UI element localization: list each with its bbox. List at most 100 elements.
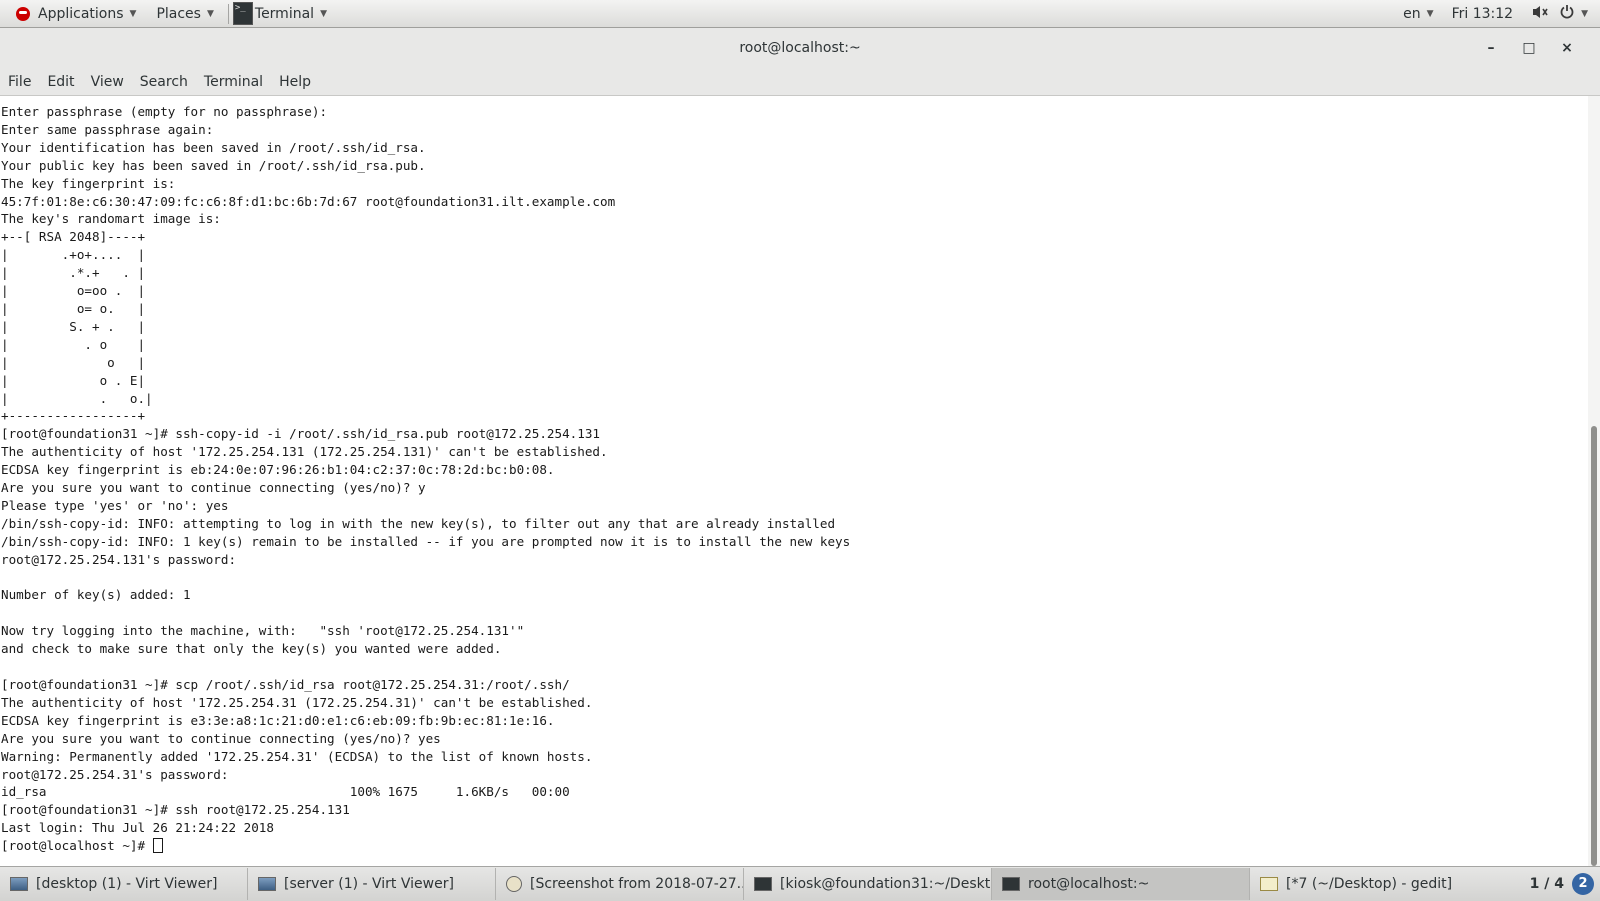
terminal-line: | o=oo . |: [1, 283, 146, 299]
terminal-line: | o . E|: [1, 372, 146, 388]
maximize-button[interactable]: □: [1510, 40, 1548, 56]
terminal-line: 45:7f:01:8e:c6:30:47:09:fc:c6:8f:d1:bc:6…: [1, 193, 616, 209]
terminal-line: and check to make sure that only the key…: [1, 641, 502, 657]
terminal-line: [root@foundation31 ~]# ssh root@172.25.2…: [1, 802, 350, 818]
volume-muted-icon[interactable]: [1531, 4, 1549, 24]
task-server-virt-viewer[interactable]: [server (1) - Virt Viewer]: [248, 868, 496, 900]
menu-help[interactable]: Help: [271, 74, 319, 90]
terminal-line: Are you sure you want to continue connec…: [1, 480, 426, 496]
chevron-down-icon: ▼: [206, 8, 214, 19]
menu-view[interactable]: View: [83, 74, 132, 90]
terminal-line: The key's randomart image is:: [1, 211, 221, 227]
task-gedit[interactable]: [*7 (~/Desktop) - gedit]: [1250, 868, 1488, 900]
terminal-app-menu[interactable]: >_ Terminal ▼: [232, 0, 337, 27]
terminal-line: | .+o+.... |: [1, 247, 146, 263]
notification-badge[interactable]: 2: [1572, 873, 1594, 895]
places-label: Places: [156, 5, 201, 22]
language-selector[interactable]: en ▼: [1403, 6, 1433, 22]
redhat-logo-icon: [16, 6, 30, 21]
terminal-line: Last login: Thu Jul 26 21:24:22 2018: [1, 820, 274, 836]
image-viewer-icon: [506, 876, 522, 892]
chevron-down-icon: ▼: [129, 8, 137, 19]
terminal-line: Enter passphrase (empty for no passphras…: [1, 104, 328, 119]
terminal-line: ECDSA key fingerprint is e3:3e:a8:1c:21:…: [1, 712, 555, 728]
places-menu[interactable]: Places ▼: [146, 0, 223, 27]
terminal-line: Number of key(s) added: 1: [1, 587, 191, 603]
window-controls: – □ ×: [1472, 28, 1586, 68]
scrollbar-thumb[interactable]: [1591, 426, 1597, 866]
terminal-line: | S. + . |: [1, 318, 146, 334]
clock[interactable]: Fri 13:12: [1452, 6, 1513, 22]
panel-status-area: en ▼ Fri 13:12 ▼: [1385, 0, 1600, 27]
terminal-line: The key fingerprint is:: [1, 175, 176, 191]
language-label: en: [1403, 5, 1421, 22]
terminal-app-label: Terminal: [254, 5, 315, 22]
task-kiosk-terminal[interactable]: [kiosk@foundation31:~/Desktop]: [744, 868, 992, 900]
task-label: [desktop (1) - Virt Viewer]: [36, 876, 218, 892]
applications-label: Applications: [38, 5, 124, 22]
menu-terminal[interactable]: Terminal: [196, 74, 271, 90]
workspace-switcher[interactable]: 1 / 4 2: [1522, 868, 1600, 900]
terminal-line: Warning: Permanently added '172.25.254.3…: [1, 748, 593, 764]
terminal-line: | . o.|: [1, 390, 153, 406]
menu-bar: File Edit View Search Terminal Help: [0, 68, 1600, 96]
chevron-down-icon[interactable]: ▼: [1581, 9, 1588, 19]
text-cursor[interactable]: [152, 838, 163, 854]
terminal-line: root@172.25.254.31's password:: [1, 766, 229, 782]
applications-menu[interactable]: Applications ▼: [0, 0, 146, 27]
window-titlebar[interactable]: root@localhost:~ – □ ×: [0, 28, 1600, 68]
terminal-icon: >_: [232, 2, 253, 25]
terminal-icon: [1002, 877, 1020, 891]
menu-search[interactable]: Search: [132, 74, 196, 90]
chevron-down-icon: ▼: [320, 8, 327, 19]
terminal-line: root@172.25.254.131's password:: [1, 551, 237, 567]
terminal-line: | . o |: [1, 336, 146, 352]
terminal-output: Enter passphrase (empty for no passphras…: [0, 96, 1588, 855]
task-label: root@localhost:~: [1028, 876, 1150, 892]
terminal-line: [root@foundation31 ~]# scp /root/.ssh/id…: [1, 677, 570, 692]
terminal-line: Now try logging into the machine, with: …: [1, 623, 525, 639]
terminal-line: ECDSA key fingerprint is eb:24:0e:07:96:…: [1, 462, 555, 478]
terminal-line: Your identification has been saved in /r…: [1, 139, 426, 155]
menu-file[interactable]: File: [0, 74, 39, 90]
task-label: [*7 (~/Desktop) - gedit]: [1286, 876, 1453, 892]
taskbar: [desktop (1) - Virt Viewer] [server (1) …: [0, 866, 1600, 901]
task-label: [kiosk@foundation31:~/Desktop]: [780, 876, 992, 892]
terminal-view[interactable]: Enter passphrase (empty for no passphras…: [0, 96, 1588, 866]
terminal-line: [root@foundation31 ~]# ssh-copy-id -i /r…: [1, 426, 600, 442]
terminal-line: | .*.+ . |: [1, 265, 146, 281]
menu-edit[interactable]: Edit: [39, 74, 82, 90]
task-screenshot[interactable]: [Screenshot from 2018-07-27...: [496, 868, 744, 900]
terminal-scrollbar[interactable]: [1588, 96, 1600, 866]
terminal-line: Enter same passphrase again:: [1, 121, 214, 137]
shell-prompt: [root@localhost ~]#: [1, 838, 153, 854]
terminal-line: Are you sure you want to continue connec…: [1, 730, 441, 746]
top-panel: Applications ▼ Places ▼ >_ Terminal ▼ en…: [0, 0, 1600, 28]
text-editor-icon: [1260, 877, 1278, 891]
terminal-line: +-----------------+: [1, 408, 146, 424]
terminal-line: id_rsa 100% 1675 1.6KB/s 00:00: [1, 784, 570, 800]
terminal-line: /bin/ssh-copy-id: INFO: attempting to lo…: [1, 515, 836, 531]
chevron-down-icon: ▼: [1426, 8, 1434, 19]
terminal-line: Your public key has been saved in /root/…: [1, 157, 426, 173]
close-button[interactable]: ×: [1548, 40, 1586, 56]
virt-viewer-icon: [10, 877, 28, 891]
terminal-line: +--[ RSA 2048]----+: [1, 229, 146, 245]
task-desktop-virt-viewer[interactable]: [desktop (1) - Virt Viewer]: [0, 868, 248, 900]
task-label: [server (1) - Virt Viewer]: [284, 876, 454, 892]
terminal-line: The authenticity of host '172.25.254.31 …: [1, 694, 593, 710]
power-icon[interactable]: [1559, 4, 1575, 24]
virt-viewer-icon: [258, 877, 276, 891]
panel-divider: [227, 3, 229, 24]
minimize-button[interactable]: –: [1472, 40, 1510, 56]
terminal-line: The authenticity of host '172.25.254.131…: [1, 444, 608, 460]
terminal-line: /bin/ssh-copy-id: INFO: 1 key(s) remain …: [1, 533, 851, 549]
terminal-line: | o= o. |: [1, 300, 146, 316]
workspace-indicator: 1 / 4: [1529, 876, 1564, 892]
task-label: [Screenshot from 2018-07-27...: [530, 876, 744, 892]
terminal-line: | o |: [1, 354, 146, 370]
task-root-terminal[interactable]: root@localhost:~: [992, 868, 1250, 900]
window-title: root@localhost:~: [739, 40, 861, 56]
terminal-icon: [754, 877, 772, 891]
terminal-line: Please type 'yes' or 'no': yes: [1, 497, 229, 513]
